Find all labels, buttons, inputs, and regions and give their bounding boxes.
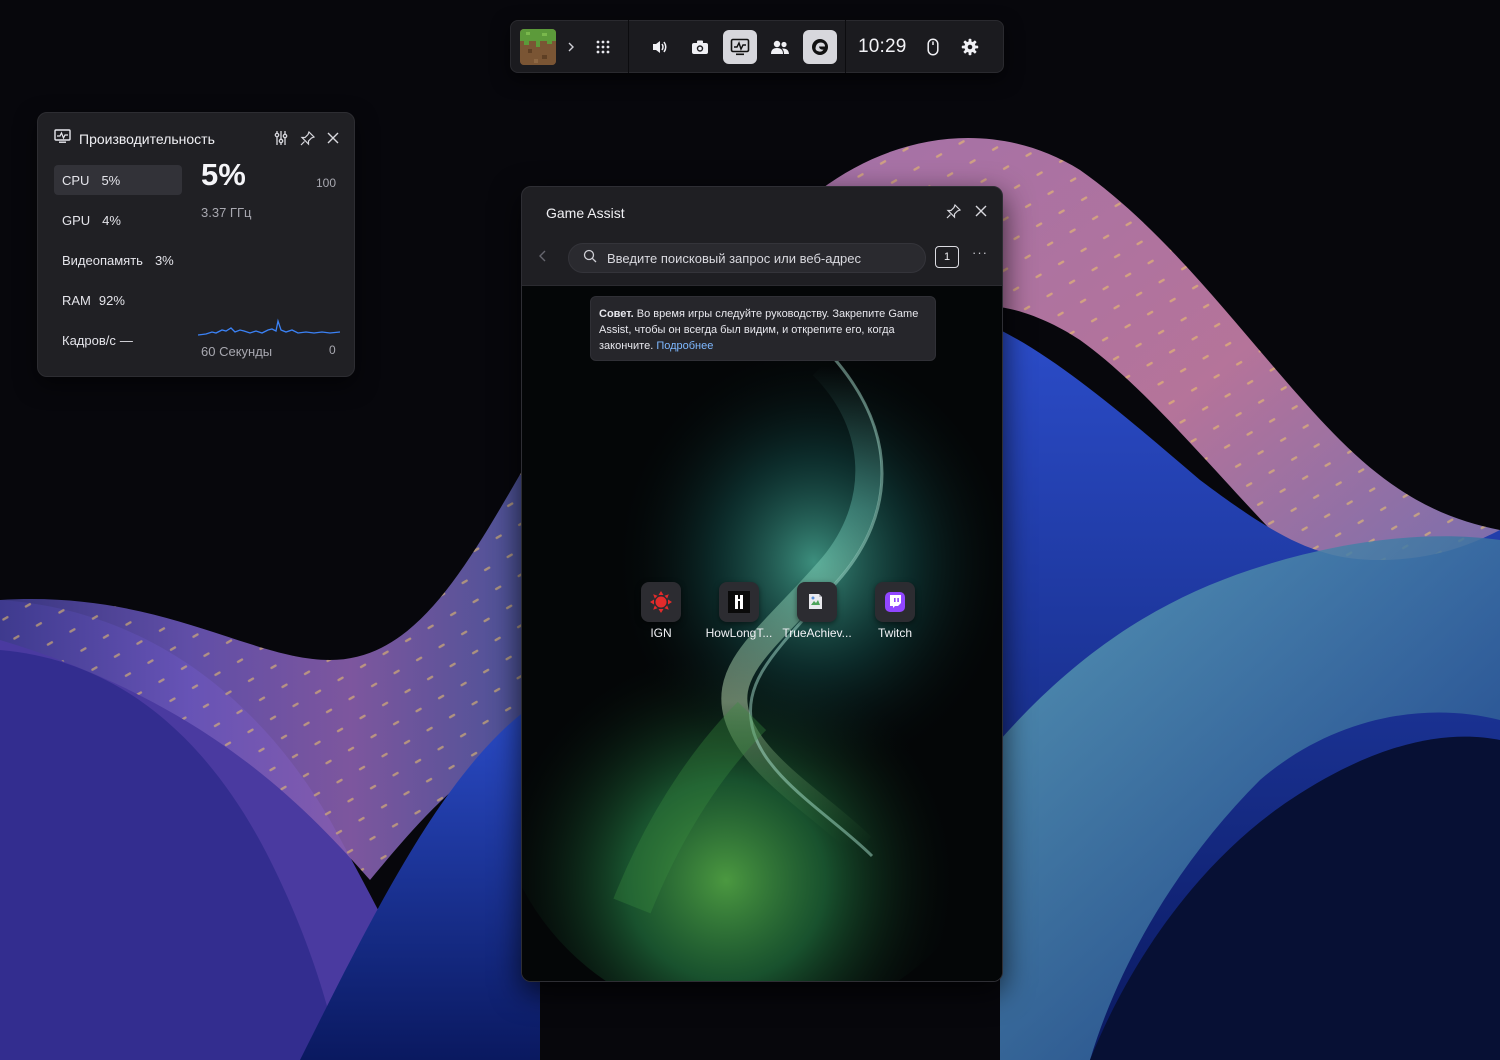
metric-value: 92% xyxy=(98,292,125,308)
social-icon[interactable] xyxy=(763,30,797,64)
graph-window-label: 60 Секунды xyxy=(201,344,273,359)
performance-header-actions xyxy=(272,129,342,147)
game-assist-window: Game Assist Введите поисковый запрос или… xyxy=(521,186,1003,982)
metric-gpu[interactable]: GPU 4% xyxy=(54,205,129,235)
metric-value: — xyxy=(119,332,133,348)
audio-icon[interactable] xyxy=(643,30,677,64)
game-thumbnail[interactable] xyxy=(520,28,556,65)
metric-label: RAM xyxy=(62,292,91,308)
cpu-frequency: 3.37 ГГц xyxy=(201,205,252,220)
clock: 10:29 xyxy=(858,35,907,57)
options-icon[interactable] xyxy=(272,129,290,147)
game-bar: 10:29 xyxy=(510,20,1004,73)
back-arrow-icon[interactable] xyxy=(538,249,548,268)
minecraft-grass-block-icon xyxy=(520,28,556,65)
game-assist-title: Game Assist xyxy=(546,205,625,221)
search-input[interactable]: Введите поисковый запрос или веб-адрес xyxy=(568,243,926,273)
new-tab-page: Совет. Во время игры следуйте руководств… xyxy=(522,285,1002,981)
close-icon[interactable] xyxy=(324,129,342,147)
trueachievements-icon xyxy=(797,582,837,622)
metric-fps[interactable]: Кадров/с — xyxy=(54,325,141,355)
quick-links: IGN HowLongT... TrueAchiev... Twitch xyxy=(622,582,934,640)
settings-icon[interactable] xyxy=(955,30,985,64)
graph-max-label: 100 xyxy=(316,176,337,190)
quick-link-ign[interactable]: IGN xyxy=(622,582,700,640)
capture-icon[interactable] xyxy=(683,30,717,64)
quick-link-howlongtobeat[interactable]: HowLongT... xyxy=(700,582,778,640)
game-section xyxy=(511,21,628,72)
performance-widget: Производительность CPU 5% GPU 4% Видеопа… xyxy=(37,112,355,377)
quick-link-label: TrueAchiev... xyxy=(782,626,852,640)
game-assist-icon[interactable] xyxy=(803,29,837,64)
search-placeholder: Введите поисковый запрос или веб-адрес xyxy=(607,250,862,266)
cpu-usage-value: 5% xyxy=(201,157,246,192)
widget-buttons xyxy=(629,21,845,72)
metric-value: 3% xyxy=(154,252,174,268)
howlongtobeat-icon xyxy=(719,582,759,622)
pin-icon[interactable] xyxy=(944,202,962,220)
metric-cpu[interactable]: CPU 5% xyxy=(54,165,182,195)
quick-link-label: IGN xyxy=(650,626,672,640)
metric-vram[interactable]: Видеопамять 3% xyxy=(54,245,182,275)
cpu-usage-graph xyxy=(198,318,340,336)
performance-icon xyxy=(54,129,71,149)
performance-icon[interactable] xyxy=(723,29,757,64)
browser-toolbar: Введите поисковый запрос или веб-адрес 1… xyxy=(522,237,1002,285)
quick-link-label: Twitch xyxy=(877,626,912,640)
close-icon[interactable] xyxy=(972,202,990,220)
tab-count-button[interactable]: 1 xyxy=(935,246,959,268)
game-assist-header-actions xyxy=(944,202,990,220)
tip-text: Во время игры следуйте руководству. Закр… xyxy=(599,308,919,352)
performance-header: Производительность xyxy=(54,129,342,149)
chevron-right-icon[interactable] xyxy=(560,30,582,64)
metric-label: GPU xyxy=(62,212,91,228)
learn-more-link[interactable]: Подробнее xyxy=(656,340,713,352)
metric-ram[interactable]: RAM 92% xyxy=(54,285,133,315)
metric-label: Кадров/с xyxy=(62,332,116,348)
twitch-icon xyxy=(875,582,915,622)
metric-value: 5% xyxy=(101,172,121,188)
mouse-icon[interactable] xyxy=(921,30,945,64)
performance-title: Производительность xyxy=(79,131,215,147)
search-icon xyxy=(583,249,597,268)
quick-link-trueachievements[interactable]: TrueAchiev... xyxy=(778,582,856,640)
ign-icon xyxy=(641,582,681,622)
metric-label: Видеопамять xyxy=(62,252,143,268)
pin-icon[interactable] xyxy=(298,129,316,147)
tip-banner: Совет. Во время игры следуйте руководств… xyxy=(590,296,936,361)
widgets-menu-icon[interactable] xyxy=(586,30,620,64)
quick-link-label: HowLongT... xyxy=(705,626,773,640)
more-options-icon[interactable]: ··· xyxy=(972,245,988,260)
status-section: 10:29 xyxy=(846,21,993,72)
metric-value: 4% xyxy=(102,212,121,228)
quick-link-twitch[interactable]: Twitch xyxy=(856,582,934,640)
graph-min-label: 0 xyxy=(329,343,336,357)
tip-bold: Совет. xyxy=(599,308,634,320)
metric-label: CPU xyxy=(62,172,90,188)
